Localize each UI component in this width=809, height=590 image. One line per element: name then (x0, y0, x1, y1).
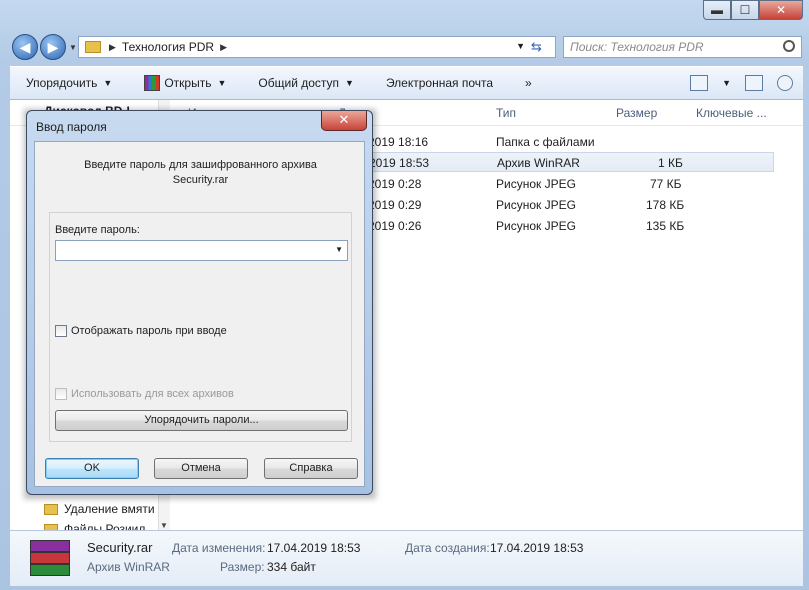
file-date: 2019 18:53 (369, 156, 430, 170)
address-bar[interactable]: ▶ Технология PDR ▶ ▼ ⇆ (78, 36, 556, 58)
winrar-icon (144, 75, 161, 91)
email-label: Электронная почта (385, 76, 494, 90)
checkbox-box (55, 388, 67, 400)
open-label: Открыть (164, 76, 212, 90)
ok-button[interactable]: OK (45, 458, 139, 479)
file-type: Рисунок JPEG (496, 198, 576, 212)
file-size: 178 КБ (646, 198, 685, 212)
navigation-buttons: ◀ ▶ ▼ (12, 34, 77, 60)
dialog-body: Введите пароль для зашифрованного архива… (34, 141, 365, 487)
details-filename: Security.rar (87, 540, 153, 555)
show-password-label: Отображать пароль при вводе (71, 325, 227, 337)
more-label: » (525, 76, 532, 90)
dialog-title: Ввод пароля (36, 120, 107, 134)
folder-icon (85, 41, 101, 53)
file-type: Рисунок JPEG (496, 177, 576, 191)
password-combobox[interactable]: ▼ (55, 240, 348, 261)
details-created-label: Дата создания: (405, 541, 490, 555)
window-controls: ▬ ☐ ✕ (703, 0, 803, 20)
cancel-button[interactable]: Отмена (154, 458, 248, 479)
share-label: Общий доступ (258, 76, 340, 90)
column-tags[interactable]: Ключевые ... (696, 106, 767, 120)
breadcrumb-separator-icon[interactable]: ▶ (109, 42, 116, 53)
open-button[interactable]: Открыть ▼ (128, 75, 242, 91)
column-type[interactable]: Тип (496, 106, 516, 120)
organize-label: Упорядочить (26, 76, 98, 90)
preview-pane-icon[interactable] (745, 75, 763, 91)
file-date: 2019 18:16 (368, 135, 429, 149)
nav-item-folder[interactable]: Удаление вмяти (44, 502, 155, 516)
use-for-all-label: Использовать для всех архивов (71, 388, 234, 400)
column-size[interactable]: Размер (616, 106, 657, 120)
file-size: 1 КБ (658, 156, 683, 170)
file-date: 2019 0:29 (368, 198, 422, 212)
password-dialog: Ввод пароля ✕ Введите пароль для зашифро… (26, 110, 373, 495)
details-modified-value: 17.04.2019 18:53 (267, 541, 361, 555)
checkbox-box[interactable] (55, 325, 67, 337)
more-button[interactable]: » (509, 76, 548, 90)
winrar-archive-icon (30, 538, 70, 578)
search-placeholder: Поиск: Технология PDR (570, 40, 704, 54)
password-label: Введите пароль: (55, 224, 140, 236)
history-dropdown-icon[interactable]: ▼ (69, 43, 77, 52)
file-type: Архив WinRAR (497, 156, 580, 170)
dialog-message-line1: Введите пароль для зашифрованного архива (84, 159, 317, 171)
details-pane: Security.rar Архив WinRAR Дата изменения… (10, 530, 803, 586)
maximize-button[interactable]: ☐ (731, 0, 759, 20)
scroll-down-icon[interactable]: ▼ (160, 521, 168, 530)
organize-passwords-button[interactable]: Упорядочить пароли... (55, 410, 348, 431)
use-for-all-checkbox: Использовать для всех архивов (55, 388, 234, 400)
help-icon[interactable] (777, 75, 793, 91)
search-icon[interactable] (783, 40, 795, 52)
dialog-close-button[interactable]: ✕ (321, 111, 367, 131)
file-size: 135 КБ (646, 219, 685, 233)
details-created-value: 17.04.2019 18:53 (490, 541, 584, 555)
nav-item-label: Удаление вмяти (64, 502, 155, 516)
folder-icon (44, 503, 58, 515)
chevron-down-icon: ▼ (103, 78, 113, 88)
file-size: 77 КБ (650, 177, 682, 191)
command-bar: Упорядочить ▼ Открыть ▼ Общий доступ ▼ Элек… (10, 66, 803, 100)
breadcrumb-current[interactable]: Технология PDR (122, 40, 214, 54)
refresh-icon[interactable]: ⇆ (531, 39, 549, 55)
details-size-value: 334 байт (267, 560, 316, 574)
address-dropdown-icon[interactable]: ▼ (516, 41, 525, 51)
back-arrow-icon[interactable]: ◀ (12, 34, 38, 60)
breadcrumb-separator-icon[interactable]: ▶ (220, 42, 227, 53)
search-input[interactable]: Поиск: Технология PDR (563, 36, 802, 58)
file-date: 2019 0:26 (368, 219, 422, 233)
minimize-button[interactable]: ▬ (703, 0, 731, 20)
view-dropdown-icon[interactable]: ▼ (722, 78, 731, 88)
email-button[interactable]: Электронная почта (370, 76, 509, 90)
details-filetype: Архив WinRAR (87, 560, 170, 574)
close-button[interactable]: ✕ (759, 0, 803, 20)
details-modified-label: Дата изменения: (172, 541, 266, 555)
dialog-message-line2: Security.rar (172, 174, 229, 186)
details-size-label: Размер: (220, 560, 265, 574)
forward-arrow-icon[interactable]: ▶ (40, 34, 66, 60)
chevron-down-icon: ▼ (217, 78, 227, 88)
chevron-down-icon[interactable]: ▼ (335, 245, 343, 254)
view-options-icon[interactable] (690, 75, 709, 91)
organize-button[interactable]: Упорядочить ▼ (10, 76, 128, 90)
share-button[interactable]: Общий доступ ▼ (242, 76, 370, 90)
show-password-checkbox[interactable]: Отображать пароль при вводе (55, 325, 227, 337)
file-type: Рисунок JPEG (496, 219, 576, 233)
chevron-down-icon: ▼ (345, 78, 354, 88)
file-type: Папка с файлами (496, 135, 595, 149)
file-date: 2019 0:28 (368, 177, 422, 191)
help-button[interactable]: Справка (264, 458, 358, 479)
